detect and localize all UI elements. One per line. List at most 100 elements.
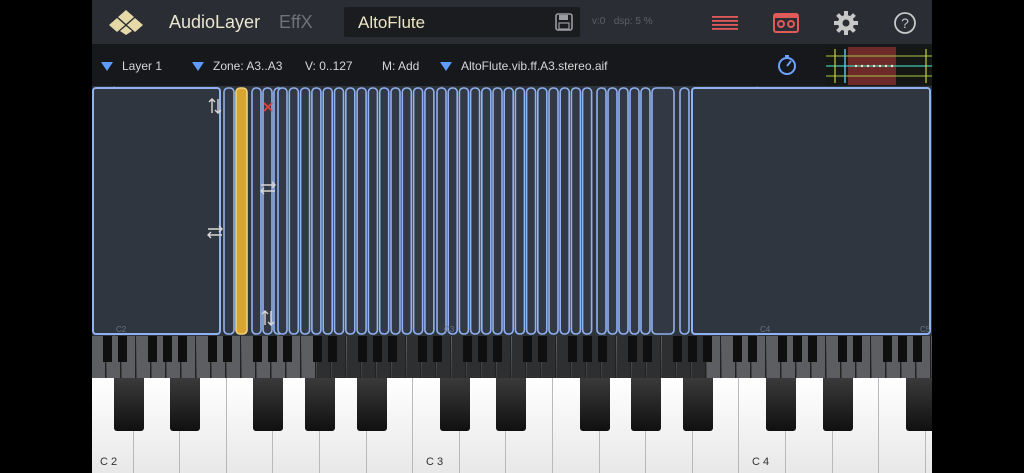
- black-key[interactable]: [496, 378, 527, 431]
- sample-zone[interactable]: [288, 87, 300, 335]
- black-key[interactable]: [356, 378, 387, 431]
- sample-zone[interactable]: [559, 87, 571, 335]
- sample-zone[interactable]: [367, 87, 379, 335]
- sample-zone[interactable]: [447, 87, 459, 335]
- sample-zone[interactable]: [503, 87, 515, 335]
- zone-octave-label: C4: [760, 325, 771, 334]
- gear-icon[interactable]: [832, 10, 860, 36]
- sample-zone[interactable]: [251, 87, 262, 335]
- sample-zone[interactable]: [92, 87, 221, 335]
- black-key[interactable]: [253, 378, 284, 431]
- tape-recorder-icon[interactable]: [772, 10, 800, 36]
- sample-zone[interactable]: [607, 87, 618, 335]
- sample-zone[interactable]: [401, 87, 413, 335]
- mini-black-key: [777, 336, 787, 362]
- black-key[interactable]: [905, 378, 932, 431]
- sample-zone[interactable]: [651, 87, 675, 335]
- mini-black-key: [912, 336, 922, 362]
- voice-count: v:0 dsp: 5 %: [592, 16, 653, 27]
- sample-zone[interactable]: [548, 87, 559, 335]
- sample-zone[interactable]: [378, 87, 390, 335]
- question-mark-icon[interactable]: ?: [891, 10, 919, 36]
- sample-select[interactable]: AltoFlute.vib.ff.A3.stereo.aif: [440, 59, 608, 73]
- sample-zone[interactable]: [629, 87, 640, 335]
- sample-zone[interactable]: [469, 87, 481, 335]
- mix-mode[interactable]: M: Add: [382, 59, 419, 73]
- layer-select[interactable]: Layer 1: [101, 59, 162, 73]
- sample-zone[interactable]: [536, 87, 548, 335]
- sample-zone[interactable]: [596, 87, 607, 335]
- sample-zone[interactable]: [492, 87, 503, 335]
- dropdown-triangle-icon: [192, 62, 204, 71]
- sample-zone[interactable]: [424, 87, 435, 335]
- zone-editor[interactable]: C2 C3 C4 C5: [92, 86, 932, 336]
- mini-black-key: [747, 336, 757, 362]
- sample-zone[interactable]: [262, 87, 273, 335]
- mini-black-key: [222, 336, 232, 362]
- mini-black-key: [162, 336, 172, 362]
- dropdown-triangle-icon: [440, 62, 452, 71]
- keyboard-overview-strip[interactable]: [92, 336, 932, 378]
- zone-overview-minimap[interactable]: [826, 47, 932, 85]
- mini-black-key: [672, 336, 682, 362]
- sample-zone[interactable]: [581, 87, 593, 335]
- sample-zone[interactable]: [480, 87, 492, 335]
- sample-zone[interactable]: [299, 87, 311, 335]
- zone-select[interactable]: Zone: A3..A3: [192, 59, 282, 73]
- sample-zone[interactable]: [333, 87, 345, 335]
- mini-black-key: [687, 336, 697, 362]
- sample-zone[interactable]: [356, 87, 367, 335]
- effx-tab[interactable]: EffX: [279, 12, 313, 33]
- floppy-disk-icon[interactable]: [554, 12, 574, 32]
- black-key[interactable]: [766, 378, 796, 431]
- diamond-logo-icon[interactable]: [106, 9, 146, 35]
- sample-zone[interactable]: [322, 87, 333, 335]
- mini-black-key: [852, 336, 862, 362]
- sample-zone[interactable]: [345, 87, 356, 335]
- sample-zone[interactable]: [570, 87, 582, 335]
- dropdown-triangle-icon: [101, 62, 113, 71]
- sample-zone[interactable]: [223, 87, 235, 335]
- piano-keyboard[interactable]: C 2 C 3 C 4: [92, 378, 932, 473]
- sample-zone[interactable]: [311, 87, 322, 335]
- sample-zone[interactable]: [436, 87, 447, 335]
- black-key[interactable]: [305, 378, 335, 431]
- sample-zone[interactable]: [640, 87, 651, 335]
- black-key[interactable]: [113, 378, 144, 431]
- tuner-dial-icon[interactable]: [776, 54, 798, 76]
- black-key[interactable]: [439, 378, 470, 431]
- black-key[interactable]: [579, 378, 610, 431]
- mini-black-key: [312, 336, 322, 362]
- sample-zone[interactable]: [679, 87, 690, 335]
- sample-zone[interactable]: [525, 87, 537, 335]
- mini-black-key: [702, 336, 712, 362]
- mini-black-key: [327, 336, 337, 362]
- sample-zone[interactable]: [691, 87, 931, 335]
- mini-black-key: [147, 336, 157, 362]
- preset-selector[interactable]: AltoFlute: [344, 7, 580, 37]
- mini-black-key: [582, 336, 592, 362]
- black-key[interactable]: [170, 378, 201, 431]
- mini-black-key: [567, 336, 577, 362]
- app-window: AudioLayer EffX AltoFlute v:0 dsp: 5 % ?…: [92, 0, 932, 473]
- black-key[interactable]: [822, 378, 853, 431]
- sample-zone[interactable]: [277, 87, 288, 335]
- dsp-load: dsp: 5 %: [613, 16, 653, 27]
- mini-black-key: [357, 336, 367, 362]
- black-key[interactable]: [682, 378, 713, 431]
- mini-black-key: [792, 336, 802, 362]
- selected-sample-zone[interactable]: [235, 87, 248, 335]
- velocity-range[interactable]: V: 0..127: [305, 59, 353, 73]
- sample-zone[interactable]: [514, 87, 526, 335]
- sample-zone[interactable]: [390, 87, 401, 335]
- black-key[interactable]: [631, 378, 662, 431]
- layer-bar: Layer 1 Zone: A3..A3 V: 0..127 M: Add Al…: [92, 44, 932, 86]
- sample-zone[interactable]: [458, 87, 470, 335]
- mini-black-key: [207, 336, 217, 362]
- zone-octave-label: C2: [116, 325, 127, 334]
- mini-black-key: [732, 336, 742, 362]
- sample-zone[interactable]: [618, 87, 629, 335]
- hamburger-menu-icon[interactable]: [711, 10, 739, 36]
- mini-black-key: [387, 336, 397, 362]
- sample-zone[interactable]: [412, 87, 424, 335]
